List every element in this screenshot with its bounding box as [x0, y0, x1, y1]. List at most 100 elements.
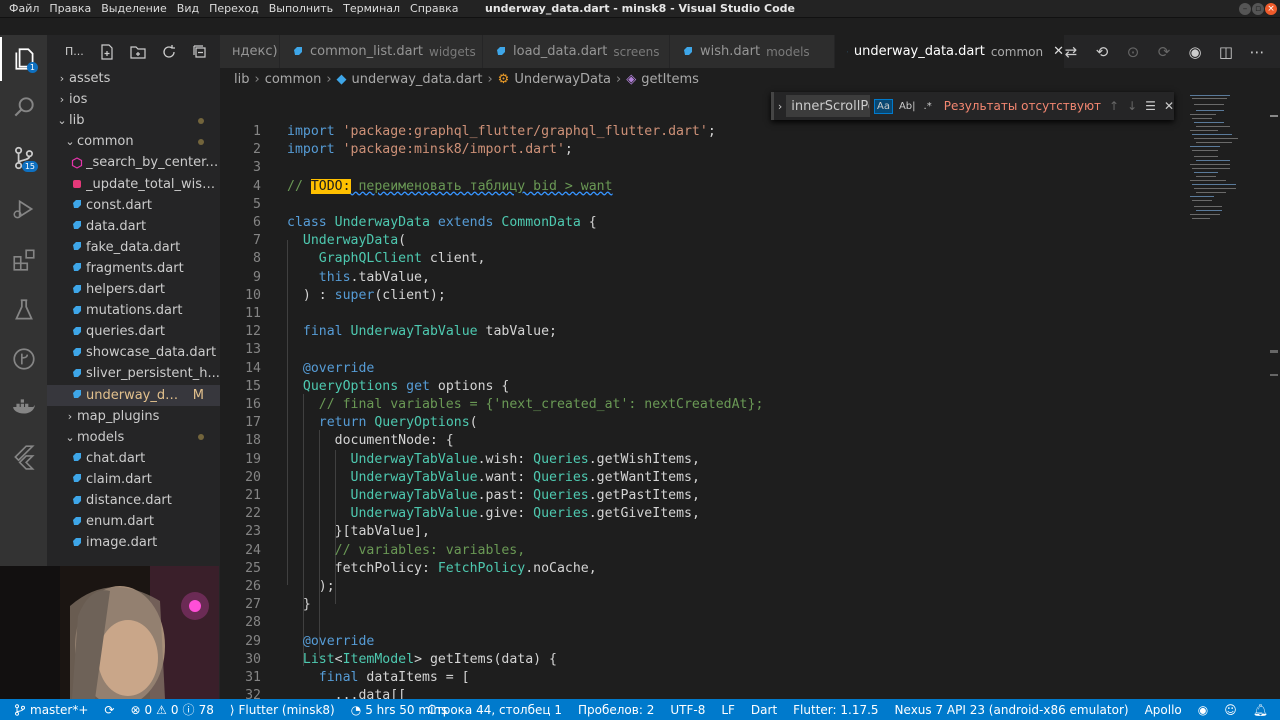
menu-item-1[interactable]: Правка	[44, 0, 96, 18]
minimize-button[interactable]: –	[1239, 3, 1251, 15]
tree-item[interactable]: helpers.dart	[47, 279, 220, 300]
more-actions-icon[interactable]: ⋯	[1241, 35, 1273, 68]
tree-item[interactable]: const.dart	[47, 195, 220, 216]
run-debug-button[interactable]	[0, 187, 47, 231]
tree-item[interactable]: queries.dart	[47, 321, 220, 342]
new-file-button[interactable]	[91, 35, 122, 68]
tree-item[interactable]: data.dart	[47, 216, 220, 237]
cursor-position[interactable]: Строка 44, столбец 1	[419, 703, 570, 717]
flutter-version[interactable]: Flutter: 1.17.5	[785, 703, 886, 717]
tree-item[interactable]: _search_by_center....	[47, 152, 220, 173]
device-selector[interactable]: Nexus 7 API 23 (android-x86 emulator)	[887, 703, 1137, 717]
tree-item[interactable]: distance.dart	[47, 490, 220, 511]
breadcrumb-item[interactable]: lib	[234, 72, 249, 87]
tree-item[interactable]: underway_dat... M	[47, 384, 220, 406]
menu-item-3[interactable]: Вид	[172, 0, 204, 18]
go-forward-dot-icon[interactable]: ⊙	[1117, 35, 1149, 68]
compare-icon[interactable]: ⇄	[1055, 35, 1087, 68]
scroll-marker	[1270, 350, 1278, 353]
code-text: @override	[287, 633, 374, 651]
tree-item[interactable]: › assets	[47, 68, 220, 89]
tree-item-label: assets	[69, 71, 111, 86]
whole-word-toggle[interactable]: Ab|	[897, 100, 918, 113]
breadcrumb-item[interactable]: underway_data.dart	[352, 72, 483, 87]
vertical-scrollbar[interactable]	[1268, 90, 1280, 699]
tree-item[interactable]: mutations.dart	[47, 300, 220, 321]
menu-item-6[interactable]: Терминал	[338, 0, 405, 18]
git-graph-button[interactable]	[0, 337, 47, 381]
indentation-status[interactable]: Пробелов: 2	[570, 703, 662, 717]
language-mode[interactable]: Dart	[743, 703, 785, 717]
tree-item[interactable]: fragments.dart	[47, 258, 220, 279]
search-button[interactable]	[0, 85, 47, 129]
apollo-status[interactable]: Apollo	[1137, 703, 1190, 717]
new-folder-button[interactable]	[122, 35, 153, 68]
flutter-status[interactable]: ⟩ Flutter (minsk8)	[222, 703, 343, 717]
tree-item[interactable]: ⌄ lib	[47, 110, 220, 131]
menu-item-4[interactable]: Переход	[204, 0, 264, 18]
minimap[interactable]	[1185, 90, 1280, 699]
flutter-outline-icon[interactable]: ◉	[1179, 35, 1211, 68]
sync-button[interactable]: ⟳	[96, 703, 122, 717]
tree-item[interactable]: enum.dart	[47, 511, 220, 532]
menu-item-7[interactable]: Справка	[405, 0, 463, 18]
toggle-replace-chevron-icon[interactable]: ›	[774, 100, 786, 113]
editor-tab[interactable]: wish.dart models	[670, 35, 835, 68]
code-token: переименовать таблицу bid > want	[350, 178, 613, 194]
testing-button[interactable]	[0, 288, 47, 332]
menu-item-5[interactable]: Выполнить	[264, 0, 338, 18]
match-case-toggle[interactable]: Aa	[873, 98, 893, 114]
maximize-button[interactable]: ▫	[1252, 3, 1264, 15]
breadcrumb-item[interactable]: getItems	[641, 72, 699, 87]
menu-item-0[interactable]: Файл	[4, 0, 44, 18]
new-file-icon	[100, 43, 113, 60]
extensions-button[interactable]	[0, 238, 47, 282]
branch-status[interactable]: master*+	[0, 703, 96, 717]
tree-item[interactable]: ⌄ common	[47, 131, 220, 152]
notifications-bell-icon[interactable]: 🔔︎	[1245, 703, 1280, 717]
menu-item-2[interactable]: Выделение	[96, 0, 172, 18]
split-editor-icon[interactable]: ◫	[1210, 35, 1242, 68]
tree-item[interactable]: claim.dart	[47, 469, 220, 490]
tree-item[interactable]: sliver_persistent_h...	[47, 363, 220, 384]
go-forward-icon[interactable]: ⟳	[1148, 35, 1180, 68]
line-number: 1	[253, 124, 261, 139]
breadcrumb-item[interactable]: common	[265, 72, 322, 87]
previous-match-icon[interactable]: ↑	[1109, 99, 1119, 113]
tree-item[interactable]: _update_total_wish...	[47, 174, 220, 195]
editor-tab[interactable]: common_list.dart widgets	[280, 35, 483, 68]
breadcrumb-item[interactable]: UnderwayData	[514, 72, 611, 87]
code-editor[interactable]: 1 import 'package:graphql_flutter/graphql…	[220, 90, 1185, 699]
live-share-icon[interactable]: ◉	[1190, 703, 1216, 717]
tree-item[interactable]: › ios	[47, 89, 220, 110]
eol-status[interactable]: LF	[713, 703, 743, 717]
editor-tab[interactable]: ндекс)	[220, 35, 280, 68]
find-in-selection-icon[interactable]: ☰	[1145, 99, 1156, 113]
explorer-button[interactable]: 1	[0, 37, 47, 81]
editor-tab[interactable]: underway_data.dart common ✕	[835, 35, 1065, 68]
flutter-button[interactable]	[0, 435, 47, 479]
problems-status[interactable]: ⊗ 0 ⚠ 0 ⓘ 78	[122, 701, 221, 718]
tree-item[interactable]: image.dart	[47, 532, 220, 553]
tree-item[interactable]: ⌄ models	[47, 427, 220, 448]
collapse-all-button[interactable]	[184, 35, 215, 68]
close-find-icon[interactable]: ✕	[1164, 99, 1174, 113]
tree-item[interactable]: chat.dart	[47, 448, 220, 469]
encoding-status[interactable]: UTF-8	[662, 703, 713, 717]
search-icon	[14, 97, 34, 117]
tree-item[interactable]: › map_plugins	[47, 406, 220, 427]
regex-toggle[interactable]: .*	[922, 100, 934, 113]
feedback-icon[interactable]: ☺	[1216, 703, 1245, 717]
next-match-icon[interactable]: ↓	[1127, 99, 1137, 113]
close-window-button[interactable]: ×	[1265, 3, 1277, 15]
refresh-button[interactable]	[153, 35, 184, 68]
find-input[interactable]: innerScrollPosi	[786, 95, 870, 117]
go-back-icon[interactable]: ⟲	[1086, 35, 1118, 68]
docker-button[interactable]	[0, 385, 47, 429]
source-control-button[interactable]: 15	[0, 136, 47, 180]
tree-item[interactable]: fake_data.dart	[47, 237, 220, 258]
tree-item[interactable]: showcase_data.dart	[47, 342, 220, 363]
editor-tab[interactable]: load_data.dart screens	[483, 35, 670, 68]
code-token: return	[318, 415, 367, 431]
code-token: client,	[421, 251, 486, 267]
